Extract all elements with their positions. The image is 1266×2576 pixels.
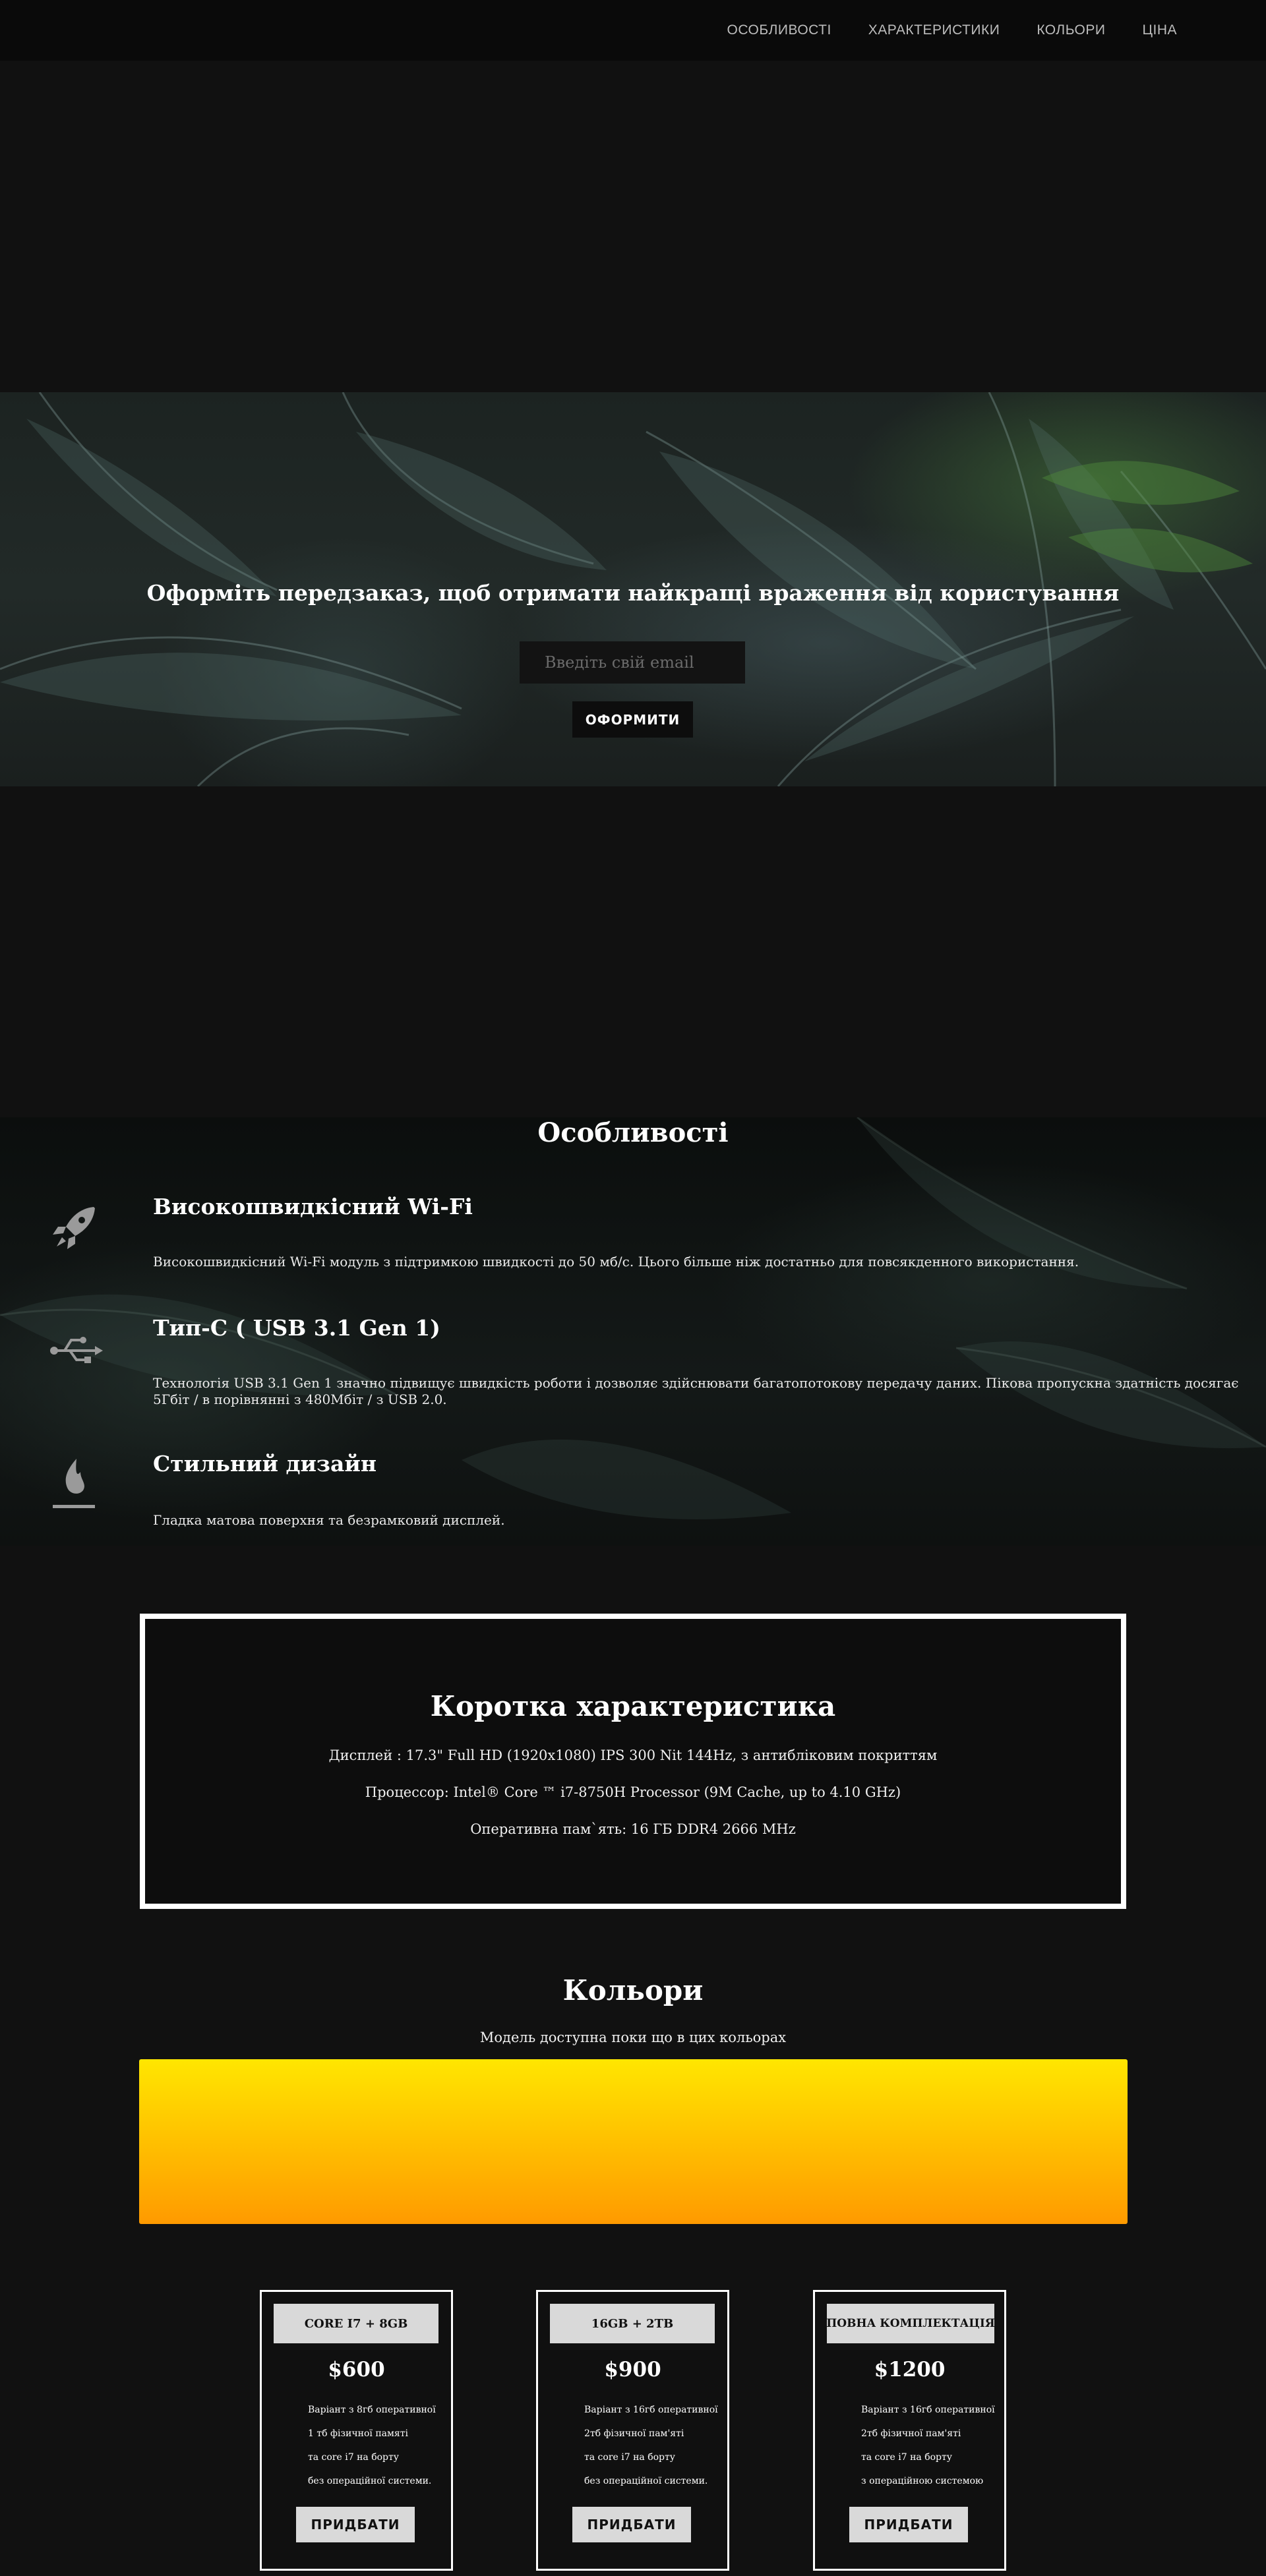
email-input[interactable] xyxy=(520,641,745,684)
plan-desc-line: та core i7 на борту xyxy=(861,2452,953,2463)
hero-section: Оформіть передзаказ, щоб отримати найкра… xyxy=(0,392,1266,786)
nav-link-features[interactable]: ОСОБЛИВОСТІ xyxy=(727,22,831,38)
flame-icon xyxy=(47,1457,103,1513)
plan-price: $900 xyxy=(604,2358,661,2382)
buy-button[interactable]: ПРИДБАТИ xyxy=(849,2507,968,2542)
feature-heading-design: Стильний дизайн xyxy=(153,1451,377,1477)
features-section: Особливості Високошвидкісний Wi-Fi Висок… xyxy=(0,1117,1266,1546)
plan-description: Варіант з 8гб оперативної 1 тб фізичної … xyxy=(308,2398,436,2493)
plan-description: Варіант з 16гб оперативної 2тб фізичної … xyxy=(584,2398,718,2493)
color-swatch-yellow-orange xyxy=(139,2059,1128,2224)
nav-link-colors[interactable]: КОЛЬОРИ xyxy=(1037,22,1105,38)
feature-text-usb: Технологія USB 3.1 Gen 1 значно підвищує… xyxy=(153,1375,1239,1407)
hero-title: Оформіть передзаказ, щоб отримати найкра… xyxy=(146,580,1120,606)
specs-box: Коротка характеристика Дисплей : 17.3" F… xyxy=(140,1614,1126,1909)
plan-desc-line: Варіант з 8гб оперативної xyxy=(308,2405,436,2415)
feature-heading-usb: Тип-C ( USB 3.1 Gen 1) xyxy=(153,1315,440,1341)
plan-desc-line: та core i7 на борту xyxy=(308,2452,400,2463)
plan-desc-line: Варіант з 16гб оперативної xyxy=(584,2405,718,2415)
plan-name: CORE I7 + 8GB xyxy=(274,2304,438,2343)
plan-desc-line: Варіант з 16гб оперативної xyxy=(861,2405,995,2415)
pricing-card-full: ПОВНА КОМПЛЕКТАЦІЯ $1200 Варіант з 16гб … xyxy=(813,2290,1006,2571)
pricing-card-basic: CORE I7 + 8GB $600 Варіант з 8гб операти… xyxy=(260,2290,453,2571)
plan-desc-line: 2тб фізичної пам'яті xyxy=(861,2428,961,2439)
plan-desc-line: без операційної системи. xyxy=(584,2476,708,2486)
plan-desc-line: з операційною системою xyxy=(861,2476,984,2486)
features-title: Особливості xyxy=(537,1117,729,1148)
plan-desc-line: 1 тб фізичної памяті xyxy=(308,2428,408,2439)
feature-text-design: Гладка матова поверхня та безрамковий ди… xyxy=(153,1512,505,1528)
preorder-button[interactable]: ОФОРМИТИ xyxy=(572,701,693,738)
spec-processor: Процессор: Intel® Core ™ i7-8750H Proces… xyxy=(365,1784,901,1800)
specs-title: Коротка характеристика xyxy=(430,1690,836,1722)
nav-links: ОСОБЛИВОСТІ ХАРАКТЕРИСТИКИ КОЛЬОРИ ЦІНА xyxy=(727,0,1177,61)
buy-button[interactable]: ПРИДБАТИ xyxy=(572,2507,691,2542)
colors-subtitle: Модель доступна поки що в цих кольорах xyxy=(479,2030,787,2045)
plan-desc-line: без операційної системи. xyxy=(308,2476,432,2486)
spec-display: Дисплей : 17.3" Full HD (1920x1080) IPS … xyxy=(328,1747,938,1763)
plan-name: 16GB + 2TB xyxy=(550,2304,715,2343)
plan-description: Варіант з 16гб оперативної 2тб фізичної … xyxy=(861,2398,995,2493)
nav-link-price[interactable]: ЦІНА xyxy=(1142,22,1177,38)
plan-price: $600 xyxy=(328,2358,385,2382)
plan-name: ПОВНА КОМПЛЕКТАЦІЯ xyxy=(826,2304,995,2343)
pricing-card-mid: 16GB + 2TB $900 Варіант з 16гб оперативн… xyxy=(536,2290,729,2571)
feature-text-wifi: Високошвидкісний Wi-Fi модуль з підтримк… xyxy=(153,1254,1079,1270)
nav-link-specs[interactable]: ХАРАКТЕРИСТИКИ xyxy=(868,22,1000,38)
plan-desc-line: та core i7 на борту xyxy=(584,2452,676,2463)
spec-ram: Оперативна пам`ять: 16 ГБ DDR4 2666 MHz xyxy=(470,1821,796,1837)
plan-desc-line: 2тб фізичної пам'яті xyxy=(584,2428,684,2439)
colors-title: Кольори xyxy=(562,1974,704,2006)
feature-heading-wifi: Високошвидкісний Wi-Fi xyxy=(153,1194,473,1219)
buy-button[interactable]: ПРИДБАТИ xyxy=(296,2507,415,2542)
rocket-icon xyxy=(47,1200,103,1256)
plan-price: $1200 xyxy=(874,2358,946,2382)
usb-icon xyxy=(47,1323,103,1378)
top-navbar: ОСОБЛИВОСТІ ХАРАКТЕРИСТИКИ КОЛЬОРИ ЦІНА xyxy=(0,0,1266,61)
